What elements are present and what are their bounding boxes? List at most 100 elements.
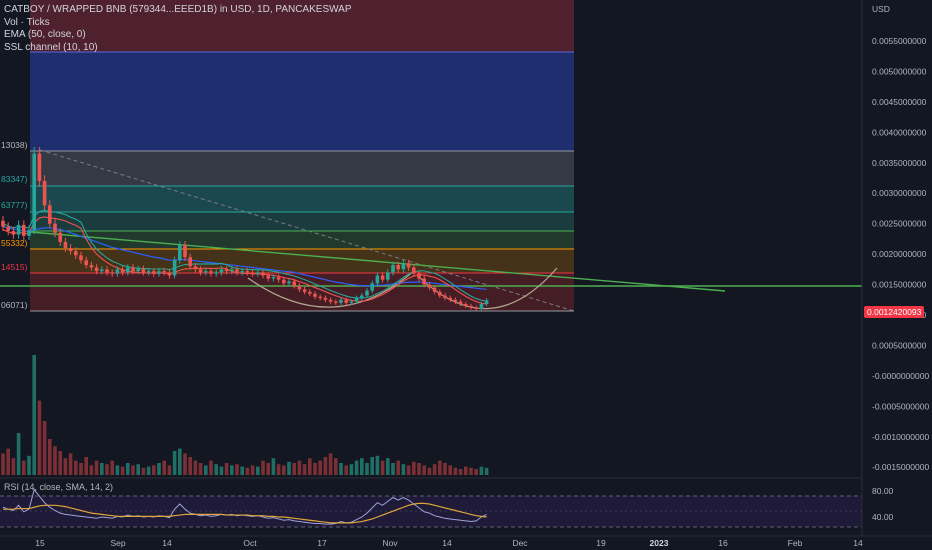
candle [297, 285, 302, 290]
price-tick: 0.0055000000 [872, 36, 927, 46]
price-tick: 0.0040000000 [872, 127, 927, 137]
volume-bar [328, 453, 333, 475]
candle [27, 229, 31, 236]
price-tick: 0.0015000000 [872, 280, 927, 290]
volume-bar [256, 466, 260, 475]
price-axis[interactable]: USD [861, 0, 890, 536]
price-tick: 0.0050000000 [872, 66, 927, 76]
fib-label: 06071) [1, 300, 28, 310]
volume-bar [110, 460, 114, 475]
rsi-tick-80: 80.00 [872, 486, 894, 496]
volume-bar [126, 463, 130, 475]
volume-bar [63, 458, 68, 475]
volume-bar [380, 460, 385, 475]
candle [386, 272, 390, 280]
candle [354, 297, 359, 302]
volume-bar [157, 463, 161, 475]
candle [417, 273, 421, 279]
ema-indicator-label[interactable]: EMA (50, close, 0) [4, 29, 352, 42]
candle [48, 205, 52, 224]
candle [308, 291, 312, 294]
price-tick-labels: 0.0055000000 0.0050000000 0.0045000000 0.00… [872, 36, 929, 472]
volume-bar [386, 458, 390, 475]
volume-bar [370, 457, 374, 475]
volume-indicator-label[interactable]: Vol · Ticks [4, 17, 352, 30]
last-price-tag[interactable]: 0.0012420093 [864, 306, 924, 318]
candle [131, 267, 135, 272]
volume-bar [406, 465, 411, 475]
volume-bar [323, 457, 328, 475]
fib-zone-green [30, 231, 574, 249]
candle [328, 299, 333, 302]
candle [115, 269, 120, 274]
volume-bar [308, 458, 312, 475]
price-tick: 0.0035000000 [872, 158, 927, 168]
symbol-title[interactable]: CATBOY / WRAPPED BNB (579344...EEED1B) i… [4, 4, 352, 17]
volume-bar [360, 458, 364, 475]
candle [172, 260, 177, 276]
candle [443, 295, 447, 298]
time-tick: Dec [512, 538, 528, 548]
volume-bar [1, 453, 5, 475]
volume-bar [214, 464, 218, 475]
candle [6, 226, 10, 231]
volume-bar [136, 464, 140, 475]
volume-bar [469, 467, 473, 475]
volume-bar [438, 460, 442, 475]
chart-canvas[interactable]: 13038) 83347) 63777) 55332) 14515) 06071… [0, 0, 932, 550]
candle [146, 271, 151, 273]
volume-bar [230, 465, 234, 475]
time-tick: 14 [162, 538, 172, 548]
volume-bar [193, 460, 198, 475]
candle [193, 266, 198, 270]
candle [448, 297, 452, 300]
volume-bar [271, 458, 276, 475]
price-tick: 0.0030000000 [872, 188, 927, 198]
fib-zone-gray [30, 151, 574, 186]
volume-bar [443, 463, 447, 475]
candle [162, 271, 166, 273]
candle [287, 281, 291, 284]
volume-bar [354, 460, 359, 475]
candle [245, 271, 250, 273]
candle [22, 224, 26, 236]
rsi-tick-40: 40.00 [872, 512, 894, 522]
volume-bar [292, 463, 296, 475]
volume-series [1, 355, 489, 475]
volume-bar [27, 455, 31, 475]
candle [157, 271, 161, 274]
candle [458, 301, 463, 305]
volume-bar [11, 458, 16, 475]
time-tick: 19 [596, 538, 606, 548]
volume-bar [167, 465, 172, 475]
candle [276, 277, 281, 280]
volume-bar [412, 461, 416, 475]
price-tick: -0.0010000000 [872, 432, 929, 442]
volume-bar [100, 463, 104, 475]
time-axis[interactable]: 15 Sep 14 Oct 17 Nov 14 Dec 19 2023 16 Feb 14 [35, 538, 863, 548]
candle [178, 244, 182, 261]
volume-bar [365, 463, 369, 475]
chart-legend: CATBOY / WRAPPED BNB (579344...EEED1B) i… [4, 4, 352, 54]
rsi-label: RSI (14, close, SMA, 14, 2) [4, 482, 113, 492]
candle [370, 283, 374, 291]
candle [282, 279, 286, 284]
candle [256, 272, 260, 274]
volume-bar [162, 460, 166, 475]
candle [484, 300, 489, 305]
ssl-indicator-label[interactable]: SSL channel (10, 10) [4, 42, 352, 55]
volume-bar [172, 451, 177, 475]
candle [204, 271, 208, 273]
volume-bar [375, 455, 380, 475]
time-tick: 14 [853, 538, 863, 548]
price-tick: 0.0025000000 [872, 219, 927, 229]
volume-bar [16, 433, 21, 475]
volume-bar [89, 465, 94, 475]
candle [230, 269, 234, 272]
volume-bar [188, 457, 192, 475]
volume-bar [479, 466, 484, 475]
candle [344, 299, 348, 303]
candle [427, 284, 432, 288]
candle [401, 263, 406, 270]
candle [63, 241, 68, 249]
